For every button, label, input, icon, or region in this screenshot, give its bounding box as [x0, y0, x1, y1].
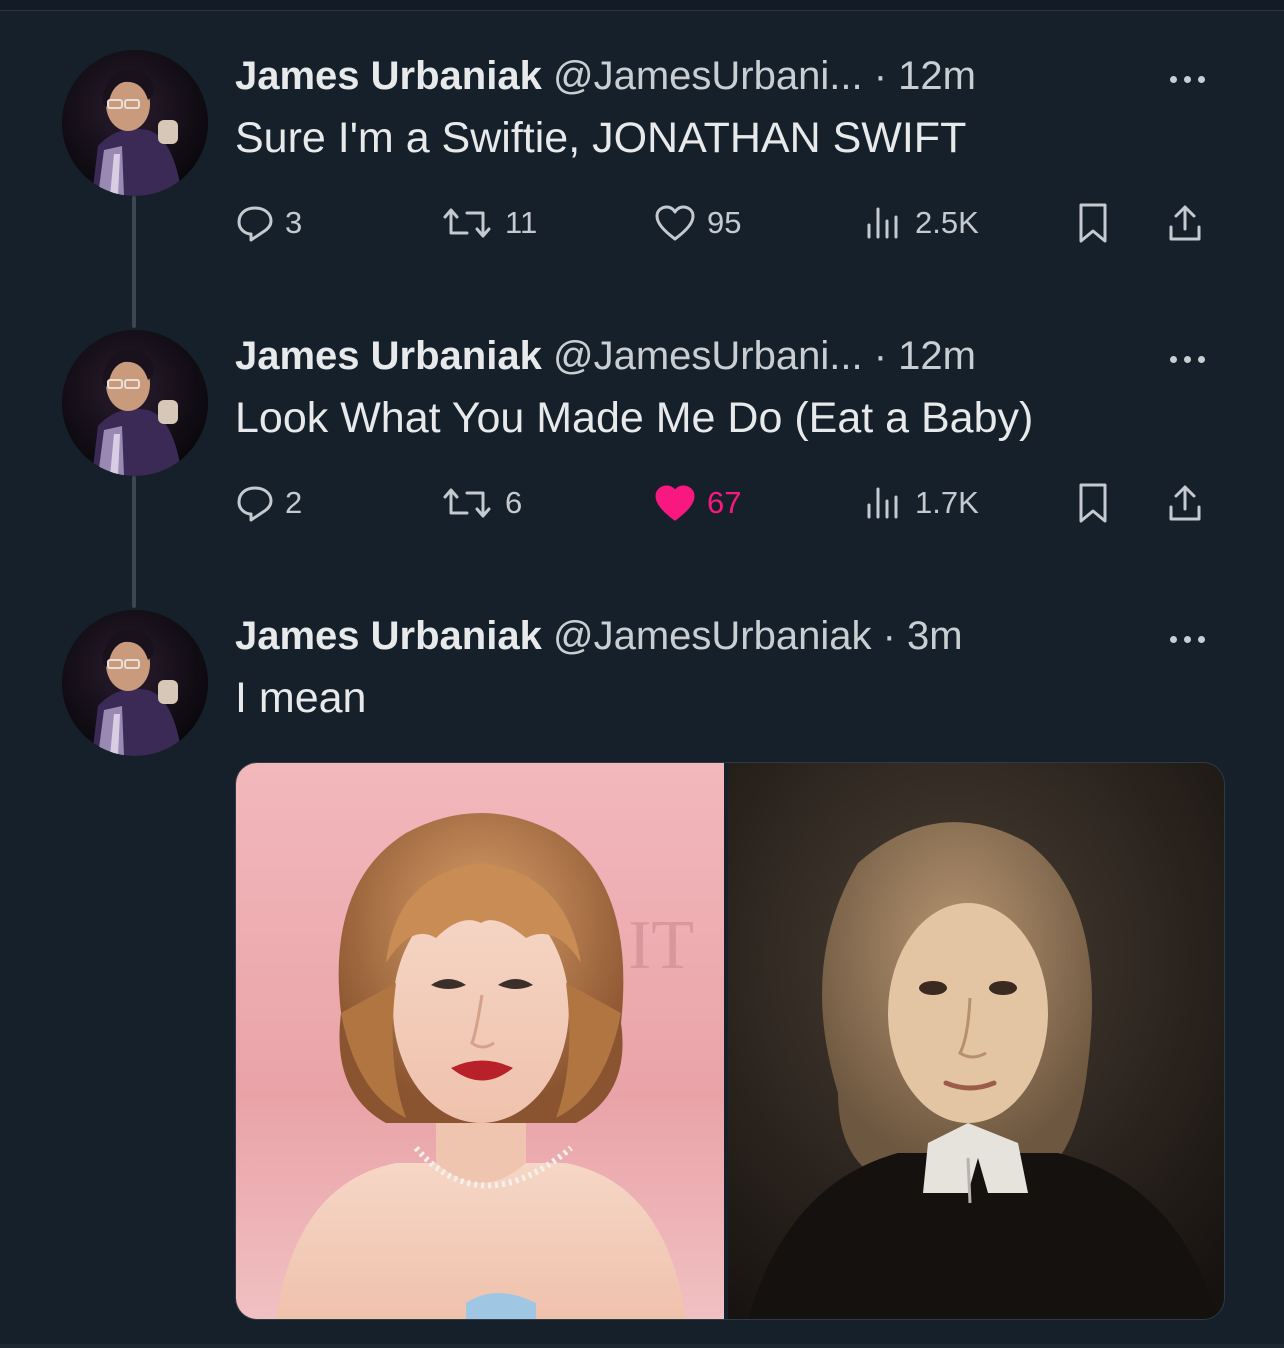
- avatar[interactable]: [62, 330, 208, 476]
- reply-count: 2: [285, 485, 303, 520]
- retweet-button[interactable]: 11: [439, 198, 537, 248]
- share-icon: [1165, 201, 1215, 245]
- views-icon: [861, 483, 915, 523]
- share-icon: [1165, 481, 1215, 525]
- more-icon[interactable]: [1170, 350, 1216, 363]
- views-count: 1.7K: [915, 485, 979, 520]
- views-button[interactable]: 1.7K: [861, 478, 979, 528]
- user-handle[interactable]: @JamesUrbani...: [553, 54, 863, 98]
- tweet[interactable]: James Urbaniak @JamesUrbani... · 12m Loo…: [0, 330, 1284, 570]
- top-divider: [0, 0, 1284, 11]
- svg-text:IT: IT: [628, 907, 694, 984]
- views-count: 2.5K: [915, 205, 979, 240]
- heart-icon: [653, 203, 707, 243]
- retweet-button[interactable]: 6: [439, 478, 522, 528]
- display-name[interactable]: James Urbaniak: [235, 54, 542, 98]
- reply-icon: [235, 203, 285, 243]
- retweet-count: 11: [505, 205, 538, 240]
- avatar[interactable]: [62, 610, 208, 756]
- like-count: 95: [707, 205, 742, 240]
- bookmark-icon: [1073, 201, 1123, 245]
- tweet-header: James Urbaniak @JamesUrbani... · 12m: [235, 52, 976, 100]
- tweet-text: Look What You Made Me Do (Eat a Baby): [235, 394, 1034, 442]
- tweet[interactable]: James Urbaniak @JamesUrbani... · 12m Sur…: [0, 50, 1284, 290]
- tweet-text: Sure I'm a Swiftie, JONATHAN SWIFT: [235, 114, 967, 162]
- tweet-text: I mean: [235, 674, 367, 722]
- display-name[interactable]: James Urbaniak: [235, 614, 542, 658]
- avatar[interactable]: [62, 50, 208, 196]
- reply-button[interactable]: 3: [235, 198, 302, 248]
- timestamp[interactable]: 12m: [898, 54, 976, 98]
- bookmark-button[interactable]: [1073, 198, 1123, 248]
- bookmark-button[interactable]: [1073, 478, 1123, 528]
- separator-dot: ·: [873, 54, 888, 98]
- reply-icon: [235, 483, 285, 523]
- like-button[interactable]: 95: [653, 198, 741, 248]
- timestamp[interactable]: 3m: [907, 614, 963, 658]
- share-button[interactable]: [1165, 198, 1215, 248]
- views-icon: [861, 203, 915, 243]
- photo-woman-red-carpet[interactable]: IT: [236, 763, 724, 1319]
- retweet-icon: [439, 203, 505, 243]
- like-count: 67: [707, 485, 742, 520]
- timestamp[interactable]: 12m: [898, 334, 976, 378]
- bottom-divider: [0, 1344, 1284, 1348]
- display-name[interactable]: James Urbaniak: [235, 334, 542, 378]
- user-handle[interactable]: @JamesUrbaniak: [553, 614, 872, 658]
- separator-dot: ·: [873, 334, 888, 378]
- tweet-header: James Urbaniak @JamesUrbaniak · 3m: [235, 612, 963, 660]
- heart-icon: [653, 483, 707, 523]
- action-bar: 3 11 95 2.5K: [235, 198, 1235, 248]
- retweet-icon: [439, 483, 505, 523]
- tweet-header: James Urbaniak @JamesUrbani... · 12m: [235, 332, 976, 380]
- photo-portrait-painting[interactable]: [728, 763, 1224, 1319]
- reply-button[interactable]: 2: [235, 478, 302, 528]
- user-handle[interactable]: @JamesUrbani...: [553, 334, 863, 378]
- views-button[interactable]: 2.5K: [861, 198, 979, 248]
- separator-dot: ·: [882, 614, 896, 658]
- share-button[interactable]: [1165, 478, 1215, 528]
- retweet-count: 6: [505, 485, 523, 520]
- more-icon[interactable]: [1170, 630, 1216, 643]
- action-bar: 2 6 67 1.7K: [235, 478, 1235, 528]
- like-button[interactable]: 67: [653, 478, 741, 528]
- reply-count: 3: [285, 205, 303, 240]
- bookmark-icon: [1073, 481, 1123, 525]
- more-icon[interactable]: [1170, 70, 1216, 83]
- media-grid: IT: [235, 762, 1225, 1320]
